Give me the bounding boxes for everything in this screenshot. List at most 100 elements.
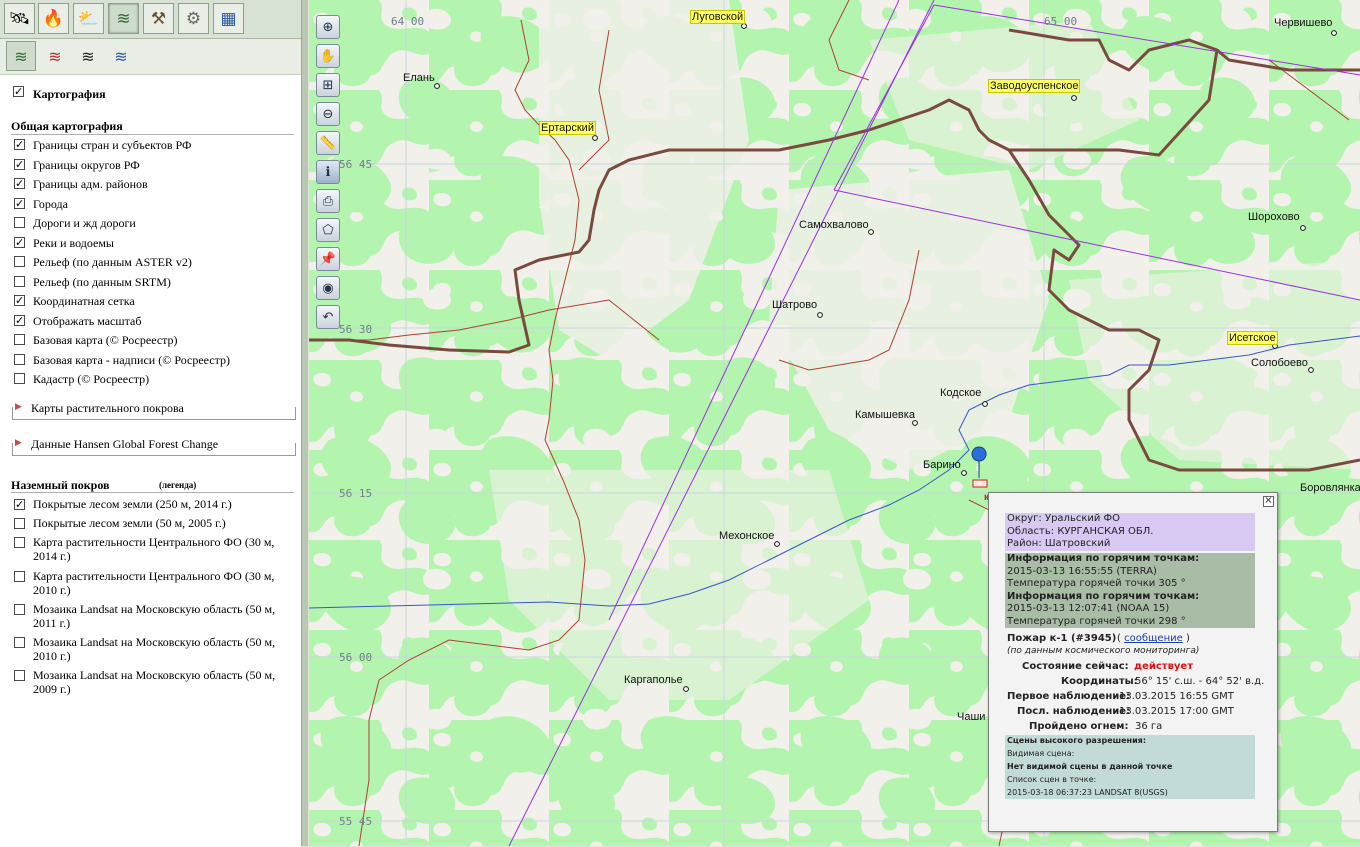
- legend-link[interactable]: (легенда): [159, 480, 196, 490]
- popup-oblast: Область: КУРГАНСКАЯ ОБЛ.: [1007, 525, 1154, 537]
- layer-label: Отображать масштаб: [33, 313, 142, 328]
- group-hansen-label: Данные Hansen Global Forest Change: [29, 437, 221, 452]
- message-link[interactable]: сообщение: [1124, 633, 1183, 644]
- zoom-out-button[interactable]: ⊖: [316, 102, 340, 126]
- popup-info1-time: 2015-03-13 16:55:55 (TERRA): [1007, 565, 1157, 577]
- popup-coords-value: 56° 15' с.ш. - 64° 52' в.д.: [1135, 676, 1265, 687]
- hand-icon: ✋: [319, 48, 337, 64]
- expand-arrow-icon: ▶: [15, 438, 22, 448]
- pin-icon: 📌: [319, 251, 337, 267]
- tab-maps[interactable]: ≋: [108, 3, 139, 34]
- layer-checkbox[interactable]: ✓: [14, 197, 25, 209]
- tab-settings[interactable]: ⚙: [178, 3, 209, 34]
- landcover-checkbox[interactable]: [14, 537, 25, 548]
- landcover-checkbox[interactable]: [14, 670, 25, 681]
- city-chashi: Чаши: [957, 711, 985, 723]
- zoom-box-button[interactable]: ⊞: [316, 73, 340, 97]
- tab-table[interactable]: ▦: [213, 3, 244, 34]
- subtab-cartography[interactable]: ≋: [6, 41, 36, 71]
- popup-info2-temp: Температура горячей точки 298 °: [1007, 615, 1186, 627]
- info-button[interactable]: ℹ: [316, 160, 340, 184]
- city-isetskoe: Исетское: [1227, 331, 1278, 345]
- landcover-checkbox[interactable]: [14, 518, 25, 529]
- section-title: Картография: [33, 87, 106, 101]
- layer-checkbox[interactable]: [14, 217, 25, 228]
- layer-checkbox[interactable]: [14, 275, 25, 287]
- grid-label-lat-5600: 56 00: [339, 651, 372, 664]
- landcover-checkbox[interactable]: ✓: [14, 499, 25, 510]
- group-vegetation-label: Карты растительного покрова: [29, 401, 186, 416]
- zoom-extent-button[interactable]: ⊕: [316, 15, 340, 39]
- layers-dark-icon: ≋: [81, 46, 95, 66]
- polygon-icon: ⬠: [322, 222, 334, 238]
- layer-checkbox[interactable]: [14, 256, 25, 267]
- landcover-checkbox[interactable]: [14, 604, 25, 615]
- sub-toolbar: ≋ ≋ ≋ ≋: [0, 38, 302, 74]
- close-icon[interactable]: ×: [1263, 496, 1274, 507]
- cartography-checkbox[interactable]: ✓: [13, 86, 24, 97]
- grid-label-lat-5615: 56 15: [339, 487, 372, 500]
- subtab-layers-dark[interactable]: ≋: [73, 41, 103, 71]
- layers-panel: ✓ Картография Общая картография ✓ Границы…: [0, 74, 302, 847]
- popup-hr-visible: Видимая сцена:: [1007, 749, 1075, 758]
- layer-label: Дороги и жд дороги: [33, 216, 136, 230]
- layer-checkbox[interactable]: ✓: [14, 236, 25, 248]
- city-kamyshevka: Камышевка: [855, 409, 916, 421]
- group-hansen[interactable]: ▶ Данные Hansen Global Forest Change: [12, 437, 296, 456]
- layer-label: Границы округов РФ: [33, 157, 140, 172]
- popup-coords-label: Координаты:: [1061, 676, 1138, 687]
- layer-label: Реки и водоемы: [33, 235, 114, 250]
- popup-message-wrapper: ( сообщение ): [1117, 633, 1190, 644]
- city-shorohovo: Шорохово: [1248, 211, 1300, 223]
- layer-checkbox[interactable]: ✓: [14, 139, 25, 150]
- ruler-icon: 📏: [319, 135, 337, 151]
- pin-button[interactable]: 📌: [316, 247, 340, 271]
- print-button[interactable]: ⎙: [316, 189, 340, 213]
- city-chervishevo: Червишево: [1274, 17, 1332, 29]
- popup-last-label: Посл. наблюдение:: [1017, 706, 1131, 717]
- layer-checkbox[interactable]: ✓: [14, 314, 25, 326]
- tab-satellite[interactable]: 🛰: [4, 3, 35, 34]
- ruler-button[interactable]: 📏: [316, 131, 340, 155]
- popup-rayon: Район: Шатровский: [1007, 538, 1111, 549]
- layer-checkbox[interactable]: [14, 353, 25, 365]
- city-borovlyanka: Боровлянка: [1300, 482, 1360, 494]
- popup-info1-temp: Температура горячей точки 305 °: [1007, 578, 1186, 589]
- layer-checkbox[interactable]: [14, 334, 25, 345]
- svg-text:i: i: [976, 464, 979, 474]
- layers-globe-icon: ≋: [114, 46, 128, 66]
- subtab-layers-globe[interactable]: ≋: [106, 41, 136, 71]
- layer-checkbox[interactable]: [14, 373, 25, 384]
- polygon-button[interactable]: ⬠: [316, 218, 340, 242]
- layer-checkbox[interactable]: ✓: [14, 295, 25, 306]
- left-panel: 🛰 🔥 ⛅ ≋ ⚒ ⚙ ▦ ≋ ≋ ≋ ≋ ✓ Картография Обща…: [0, 0, 308, 847]
- layer-label: Границы стран и субъектов РФ: [33, 138, 192, 152]
- layers-red-icon: ≋: [48, 46, 62, 66]
- zoom-box-icon: ⊞: [322, 77, 334, 93]
- popup-area-value: 36 га: [1135, 721, 1163, 732]
- subtab-layers-red[interactable]: ≋: [40, 41, 70, 71]
- panel-splitter[interactable]: [301, 0, 308, 846]
- tab-tools[interactable]: ⚒: [143, 3, 174, 34]
- city-lugovskoy: Луговской: [690, 10, 746, 24]
- globe-button[interactable]: ◉: [316, 276, 340, 300]
- layer-label: Рельеф (по данным ASTER v2): [33, 255, 192, 269]
- tab-fires[interactable]: 🔥: [38, 3, 69, 34]
- group-vegetation[interactable]: ▶ Карты растительного покрова: [12, 401, 296, 420]
- layer-checkbox[interactable]: ✓: [14, 178, 25, 189]
- popup-info1-title: Информация по горячим точкам:: [1007, 553, 1200, 564]
- city-mehonskoe: Мехонское: [719, 530, 774, 542]
- tab-weather[interactable]: ⛅: [73, 3, 104, 34]
- layer-label: Границы адм. районов: [33, 177, 148, 191]
- land-cover-heading: Наземный покров: [11, 478, 110, 492]
- landcover-checkbox[interactable]: [14, 571, 25, 582]
- landcover-checkbox[interactable]: [14, 637, 25, 648]
- layer-checkbox[interactable]: ✓: [14, 158, 25, 170]
- popup-hr-scene[interactable]: 2015-03-18 06:37:23 LANDSAT 8(USGS): [1005, 787, 1255, 800]
- landcover-label: Покрытые лесом земли (50 м, 2005 г.): [33, 516, 226, 530]
- popup-area-label: Пройдено огнем:: [1029, 721, 1129, 732]
- pan-button[interactable]: ✋: [316, 44, 340, 68]
- fire-info-popup: × Округ: Уральский ФО Область: КУРГАНСКА…: [988, 492, 1278, 832]
- undo-button[interactable]: ↶: [316, 305, 340, 329]
- city-elan: Елань: [403, 72, 435, 84]
